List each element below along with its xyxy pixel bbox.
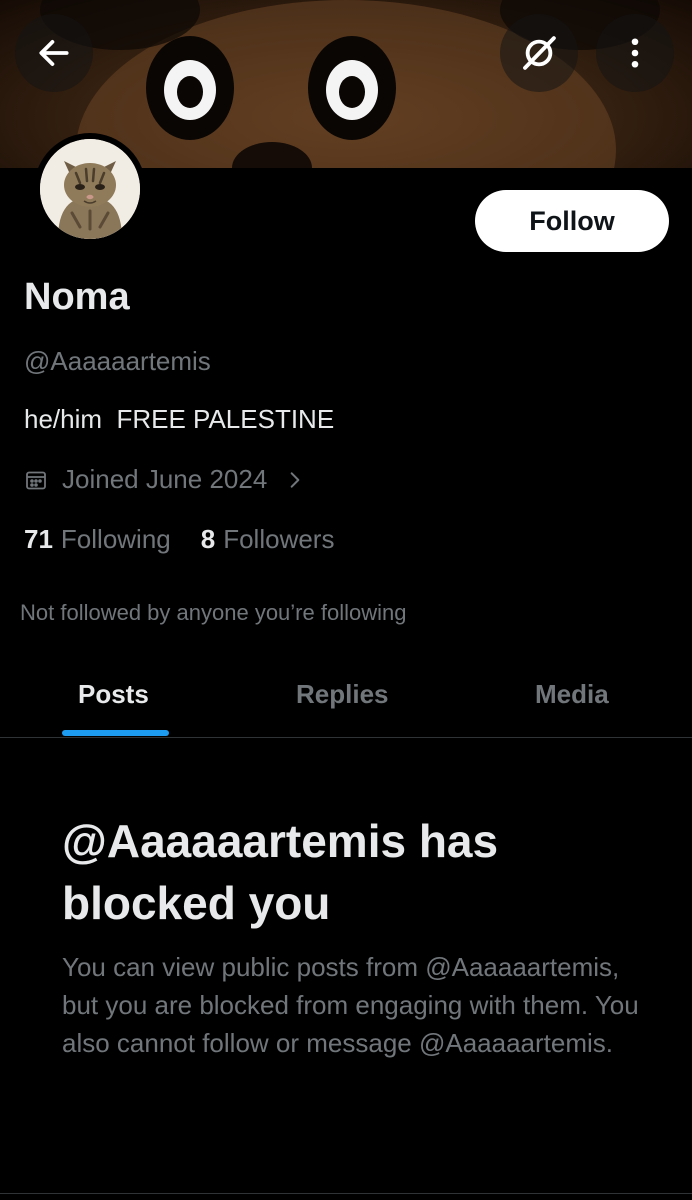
joined-date-text: Joined June 2024: [62, 464, 268, 494]
tab-replies[interactable]: Replies: [296, 679, 389, 710]
active-tab-indicator: [62, 730, 169, 736]
following-stat[interactable]: 71 Following: [24, 524, 171, 555]
avatar-image: [40, 139, 140, 239]
divider: [0, 1193, 692, 1194]
profile-handle: @Aaaaaartemis: [24, 346, 211, 376]
chevron-right-icon: [285, 470, 305, 490]
more-vertical-icon: [617, 35, 653, 71]
followers-label: Followers: [223, 524, 335, 554]
tab-posts[interactable]: Posts: [78, 679, 149, 710]
grok-button[interactable]: [500, 14, 578, 92]
avatar[interactable]: [34, 133, 146, 245]
profile-bio: he/him FREE PALESTINE: [24, 404, 335, 434]
not-followed-notice: Not followed by anyone you’re following: [20, 600, 407, 625]
follow-stats: 71 Following 8 Followers: [24, 524, 334, 555]
grok-icon: [518, 32, 560, 74]
following-count: 71: [24, 524, 53, 554]
display-name: Noma: [24, 276, 130, 318]
blocked-title: @Aaaaaartemis has blocked you: [62, 815, 499, 929]
tab-media[interactable]: Media: [535, 679, 609, 710]
following-label: Following: [60, 524, 171, 554]
followers-count: 8: [200, 524, 216, 554]
back-button[interactable]: [15, 14, 93, 92]
followers-stat[interactable]: 8 Followers: [201, 524, 335, 555]
joined-date-row[interactable]: Joined June 2024: [24, 464, 305, 495]
profile-tabs: Posts Replies Media: [0, 655, 692, 738]
blocked-description: You can view public posts from @Aaaaaart…: [62, 952, 639, 1058]
follow-button[interactable]: Follow: [475, 190, 669, 252]
arrow-left-icon: [35, 34, 73, 72]
calendar-icon: [24, 468, 48, 492]
more-options-button[interactable]: [596, 14, 674, 92]
